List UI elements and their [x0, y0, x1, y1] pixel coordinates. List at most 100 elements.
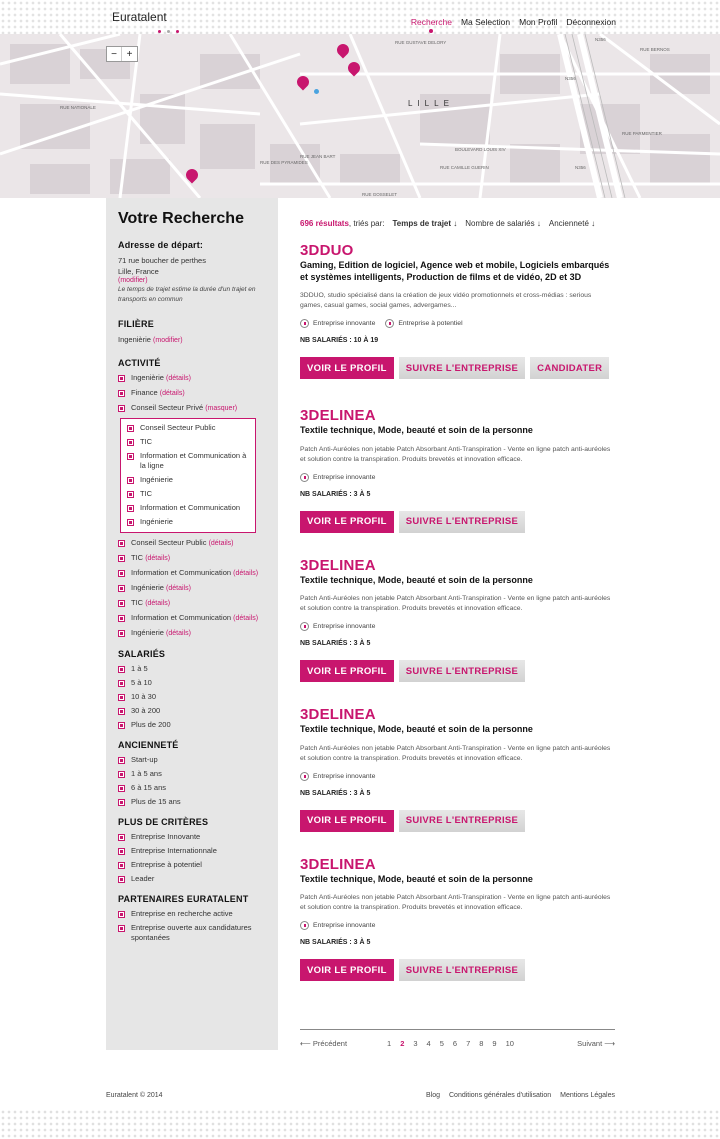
- view-profile-button[interactable]: VOIR LE PROFIL: [300, 809, 394, 832]
- sub-checkbox[interactable]: Ingénierie: [127, 475, 249, 485]
- checkbox-icon[interactable]: [127, 424, 134, 432]
- page-link[interactable]: 3: [413, 1039, 417, 1048]
- sub-checkbox[interactable]: Ingénierie: [127, 517, 249, 527]
- footer-link-cgu[interactable]: Conditions générales d'utilisation: [449, 1092, 551, 1099]
- activite-checkbox[interactable]: TIC (détails): [118, 598, 266, 609]
- brand-logo[interactable]: Euratalent: [112, 10, 167, 24]
- salaries-checkbox[interactable]: 30 à 200: [118, 706, 266, 716]
- checkbox-icon[interactable]: [118, 665, 125, 673]
- view-profile-button[interactable]: VOIR LE PROFIL: [300, 510, 394, 533]
- criteres-checkbox[interactable]: Entreprise Internationnale: [118, 846, 266, 856]
- checkbox-icon[interactable]: [118, 389, 125, 397]
- checkbox-icon[interactable]: [118, 833, 125, 841]
- follow-company-button[interactable]: SUIVRE L'ENTREPRISE: [398, 809, 526, 832]
- checkbox-icon[interactable]: [118, 721, 125, 729]
- apply-button[interactable]: CANDIDATER: [530, 357, 610, 379]
- checkbox-icon[interactable]: [127, 490, 134, 498]
- salaries-checkbox[interactable]: 5 à 10: [118, 678, 266, 688]
- details-link[interactable]: (détails): [233, 615, 258, 622]
- activite-checkbox[interactable]: Ingénierie (détails): [118, 628, 266, 639]
- criteres-checkbox[interactable]: Entreprise à potentiel: [118, 860, 266, 870]
- footer-link-blog[interactable]: Blog: [426, 1092, 440, 1099]
- activite-checkbox[interactable]: Information et Communication (détails): [118, 568, 266, 579]
- follow-company-button[interactable]: SUIVRE L'ENTREPRISE: [398, 959, 526, 981]
- page-link-current[interactable]: 2: [400, 1039, 404, 1048]
- page-link[interactable]: 5: [440, 1039, 444, 1048]
- sort-employees[interactable]: Nombre de salariés ↓: [465, 219, 541, 228]
- sub-checkbox[interactable]: Information et Communication: [127, 503, 249, 513]
- checkbox-icon[interactable]: [118, 770, 125, 778]
- anciennete-checkbox[interactable]: Plus de 15 ans: [118, 797, 266, 807]
- checkbox-icon[interactable]: [118, 910, 125, 918]
- page-link[interactable]: 4: [427, 1039, 431, 1048]
- activite-checkbox[interactable]: Finance (détails): [118, 388, 266, 399]
- checkbox-icon[interactable]: [118, 614, 125, 622]
- footer-link-mentions[interactable]: Mentions Légales: [560, 1092, 615, 1099]
- address-modify-link[interactable]: (modifier): [118, 277, 266, 284]
- details-link[interactable]: (détails): [166, 375, 191, 382]
- details-link[interactable]: (détails): [209, 540, 234, 547]
- activite-checkbox[interactable]: Information et Communication (détails): [118, 613, 266, 624]
- checkbox-icon[interactable]: [118, 847, 125, 855]
- page-link[interactable]: 6: [453, 1039, 457, 1048]
- checkbox-icon[interactable]: [118, 554, 125, 562]
- company-name[interactable]: 3DELINEA: [300, 706, 615, 723]
- page-link[interactable]: 7: [466, 1039, 470, 1048]
- details-link[interactable]: (détails): [166, 630, 191, 637]
- anciennete-checkbox[interactable]: 1 à 5 ans: [118, 769, 266, 779]
- sub-checkbox[interactable]: TIC: [127, 437, 249, 447]
- activite-checkbox[interactable]: Ingénierie (détails): [118, 583, 266, 594]
- sort-seniority[interactable]: Ancienneté ↓: [549, 219, 595, 228]
- zoom-in-button[interactable]: +: [122, 47, 137, 61]
- salaries-checkbox[interactable]: 1 à 5: [118, 664, 266, 674]
- checkbox-icon[interactable]: [118, 374, 125, 382]
- nav-deconnexion[interactable]: Déconnexion: [566, 17, 616, 27]
- criteres-checkbox[interactable]: Entreprise Innovante: [118, 832, 266, 842]
- view-profile-button[interactable]: VOIR LE PROFIL: [300, 357, 394, 379]
- activite-checkbox[interactable]: TIC (détails): [118, 553, 266, 564]
- prev-page-link[interactable]: ⟵ Précédent: [300, 1039, 347, 1048]
- checkbox-icon[interactable]: [118, 707, 125, 715]
- checkbox-icon[interactable]: [118, 569, 125, 577]
- company-name[interactable]: 3DELINEA: [300, 557, 615, 574]
- checkbox-icon[interactable]: [127, 452, 134, 460]
- checkbox-icon[interactable]: [118, 584, 125, 592]
- anciennete-checkbox[interactable]: 6 à 15 ans: [118, 783, 266, 793]
- anciennete-checkbox[interactable]: Start-up: [118, 755, 266, 765]
- follow-company-button[interactable]: SUIVRE L'ENTREPRISE: [398, 660, 526, 682]
- view-profile-button[interactable]: VOIR LE PROFIL: [300, 660, 394, 682]
- company-name[interactable]: 3DELINEA: [300, 856, 615, 873]
- checkbox-icon[interactable]: [118, 539, 125, 547]
- company-name[interactable]: 3DDUO: [300, 242, 615, 259]
- details-link[interactable]: (détails): [160, 390, 185, 397]
- view-profile-button[interactable]: VOIR LE PROFIL: [300, 959, 394, 981]
- filiere-modify-link[interactable]: (modifier): [153, 337, 183, 344]
- partenaires-checkbox[interactable]: Entreprise ouverte aux candidatures spon…: [118, 923, 266, 943]
- checkbox-icon[interactable]: [127, 476, 134, 484]
- checkbox-icon[interactable]: [118, 756, 125, 764]
- checkbox-icon[interactable]: [118, 693, 125, 701]
- activite-checkbox[interactable]: Conseil Secteur Privé (masquer): [118, 403, 266, 414]
- details-link[interactable]: (détails): [145, 555, 170, 562]
- criteres-checkbox[interactable]: Leader: [118, 874, 266, 884]
- checkbox-icon[interactable]: [118, 599, 125, 607]
- nav-ma-selection[interactable]: Ma Selection: [461, 17, 510, 27]
- checkbox-icon[interactable]: [127, 518, 134, 526]
- checkbox-icon[interactable]: [118, 875, 125, 883]
- checkbox-icon[interactable]: [118, 784, 125, 792]
- sub-checkbox[interactable]: Conseil Secteur Public: [127, 423, 249, 433]
- page-link[interactable]: 8: [479, 1039, 483, 1048]
- checkbox-icon[interactable]: [118, 629, 125, 637]
- sub-checkbox[interactable]: TIC: [127, 489, 249, 499]
- details-link[interactable]: (détails): [166, 585, 191, 592]
- details-link[interactable]: (détails): [145, 600, 170, 607]
- activite-checkbox[interactable]: Ingenièrie (détails): [118, 373, 266, 384]
- checkbox-icon[interactable]: [118, 404, 125, 412]
- activite-checkbox[interactable]: Conseil Secteur Public (détails): [118, 538, 266, 549]
- nav-recherche[interactable]: Recherche: [411, 17, 452, 33]
- follow-company-button[interactable]: SUIVRE L'ENTREPRISE: [398, 510, 526, 533]
- salaries-checkbox[interactable]: Plus de 200: [118, 720, 266, 730]
- sub-checkbox[interactable]: Information et Communication à la ligne: [127, 451, 249, 471]
- page-link[interactable]: 1: [387, 1039, 391, 1048]
- checkbox-icon[interactable]: [118, 924, 125, 932]
